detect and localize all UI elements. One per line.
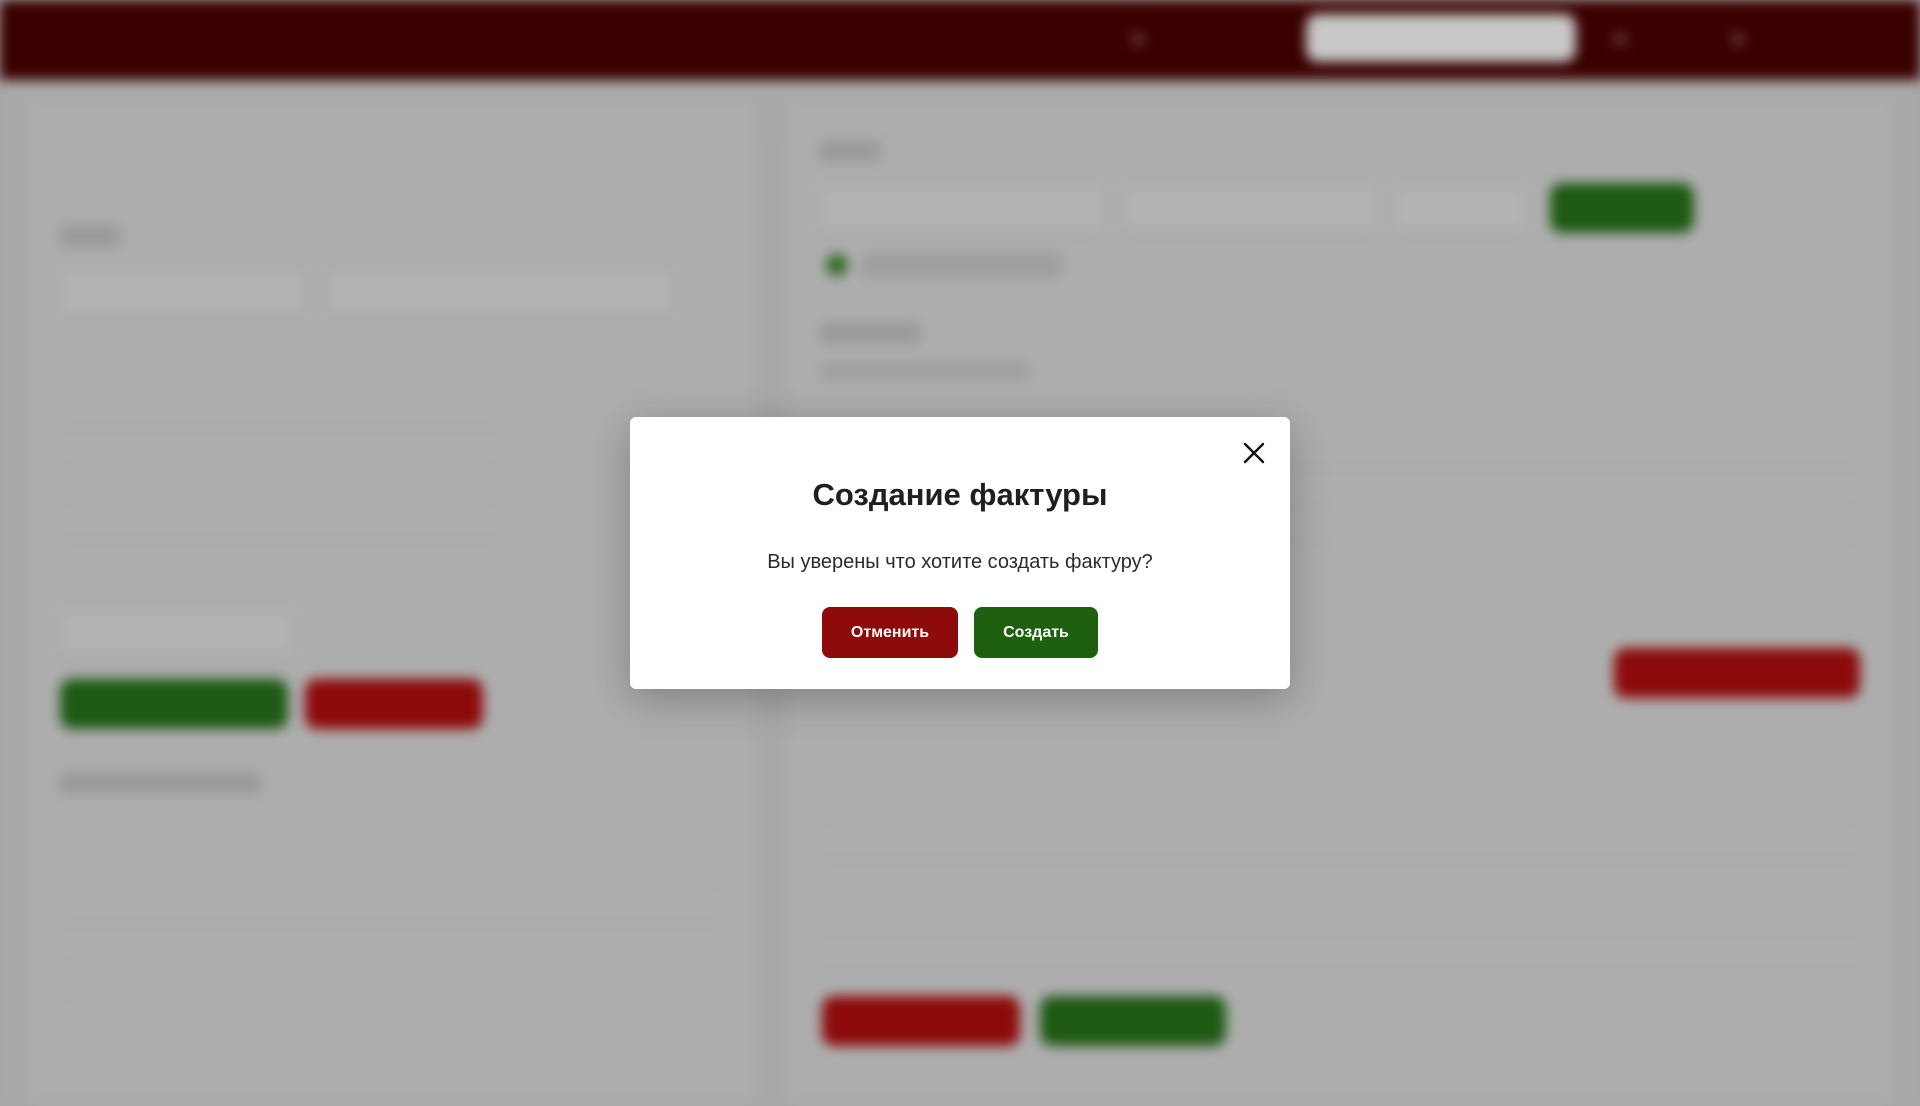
close-icon[interactable] (1236, 435, 1272, 471)
modal-message: Вы уверены что хотите создать фактуру? (767, 551, 1153, 573)
modal-title: Создание фактуры (812, 477, 1108, 512)
create-invoice-modal: Создание фактуры Вы уверены что хотите с… (630, 417, 1290, 689)
cancel-button[interactable]: Отменить (822, 607, 958, 658)
create-button[interactable]: Создать (974, 607, 1098, 658)
